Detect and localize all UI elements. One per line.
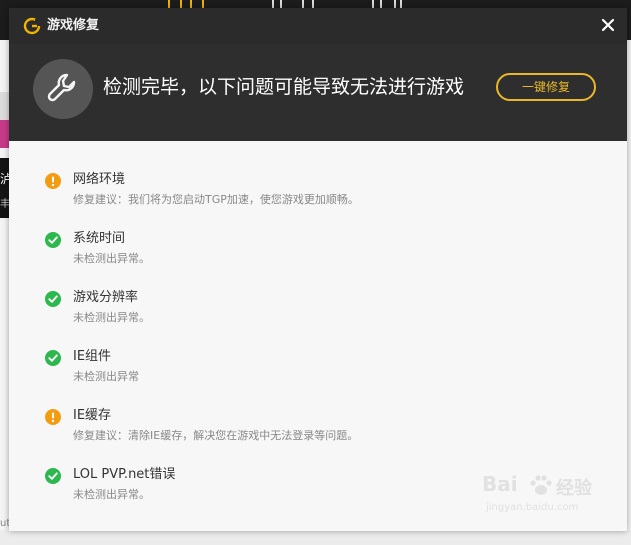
check-icon [45,291,61,307]
issue-name: LOL PVP.net错误 [73,467,176,482]
scan-result-message: 检测完毕，以下问题可能导致无法进行游戏 [103,76,465,98]
warning-icon [45,173,61,189]
issue-description: 未检测出异常。 [73,488,150,501]
issue-name: 游戏分辨率 [73,290,139,305]
watermark-brand: Bai [482,472,518,496]
issue-name: 网络环境 [73,172,126,187]
check-icon [45,468,61,484]
issue-description: 修复建议：清除IE缓存，解决您在游戏中无法登录等问题。 [73,429,359,442]
check-icon [45,232,61,248]
dialog-title: 游戏修复 [47,18,100,33]
issue-description: 未检测出异常。 [73,252,150,265]
game-repair-dialog: 游戏修复 检测完毕，以下问题可能导致无法进行游戏 一键修复 网络环境 修复建议：… [9,8,627,531]
background-app-bottom [0,530,631,545]
watermark: Bai 经验 jingyan.baidu.com [482,472,602,520]
close-icon[interactable] [599,16,617,34]
issue-name: IE缓存 [73,408,112,423]
check-icon [45,350,61,366]
warning-icon [45,409,61,425]
background-app-right-panel [627,40,631,545]
wrench-icon [47,73,76,102]
dialog-titlebar[interactable]: 游戏修复 [9,8,627,44]
watermark-brand-suffix: 经验 [556,478,592,499]
background-app-left-panel: 泸 丰 ut [0,40,12,545]
list-item: IE缓存 修复建议：清除IE缓存，解决您在游戏中无法登录等问题。 [45,407,605,447]
list-item: 游戏分辨率 未检测出异常。 [45,289,605,329]
list-item: 网络环境 修复建议：我们将为您启动TGP加速，使您游戏更加顺畅。 [45,171,605,211]
issue-description: 修复建议：我们将为您启动TGP加速，使您游戏更加顺畅。 [73,193,359,206]
watermark-url: jingyan.baidu.com [486,502,579,513]
wrench-badge [33,59,93,119]
one-click-repair-button[interactable]: 一键修复 [496,73,596,101]
paw-icon [530,475,552,495]
issue-name: IE组件 [73,349,112,364]
list-item: IE组件 未检测出异常 [45,348,605,388]
background-thumbnail [0,120,9,148]
issue-description: 未检测出异常 [73,370,139,383]
issue-name: 系统时间 [73,231,126,246]
list-item: 系统时间 未检测出异常。 [45,230,605,270]
tgp-logo-icon [23,17,41,35]
issue-description: 未检测出异常。 [73,311,150,324]
scan-result-header: 检测完毕，以下问题可能导致无法进行游戏 一键修复 [9,44,627,141]
